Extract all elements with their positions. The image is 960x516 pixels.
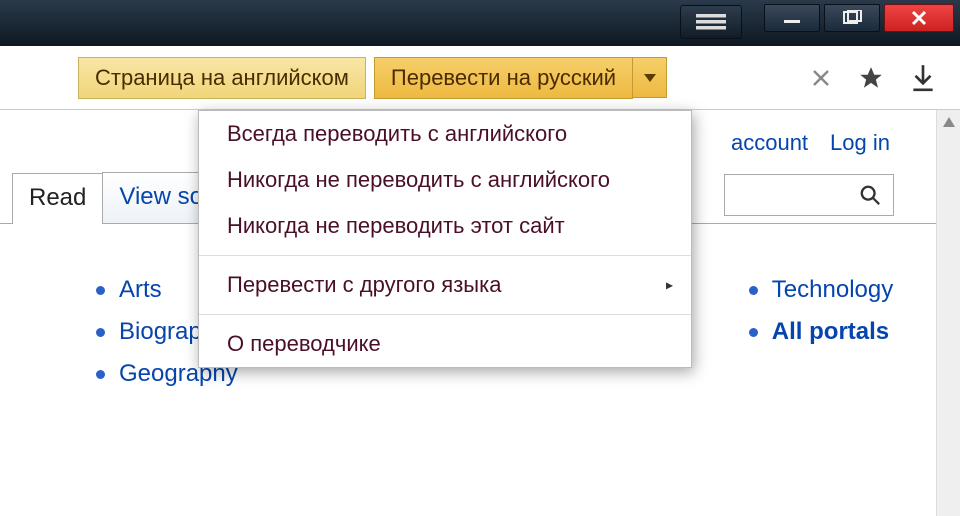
window-titlebar: [0, 0, 960, 46]
vertical-scrollbar[interactable]: [936, 110, 960, 516]
translate-options-menu: Всегда переводить с английского Никогда …: [198, 110, 692, 368]
menu-never-translate-lang[interactable]: Никогда не переводить с английского: [199, 157, 691, 203]
chevron-up-icon: [943, 117, 955, 127]
star-icon: [858, 65, 884, 91]
page-language-label: Страница на английском: [78, 57, 366, 99]
window-controls: [764, 4, 954, 32]
bullet-icon: [749, 328, 758, 337]
chevron-right-icon: ▸: [666, 277, 673, 294]
downloads-button[interactable]: [908, 60, 938, 96]
menu-about-translator[interactable]: О переводчике: [199, 321, 691, 367]
translate-button[interactable]: Перевести на русский: [374, 57, 633, 99]
menu-always-translate[interactable]: Всегда переводить с английского: [199, 111, 691, 157]
menu-separator: [199, 255, 691, 256]
tab-read[interactable]: Read: [12, 173, 103, 224]
download-icon: [910, 63, 936, 93]
scroll-up-button[interactable]: [937, 110, 960, 134]
maximize-button[interactable]: [824, 4, 880, 32]
dismiss-translate-bar-button[interactable]: [806, 63, 836, 93]
minimize-button[interactable]: [764, 4, 820, 32]
browser-menu-button[interactable]: [680, 5, 742, 39]
portal-link-technology[interactable]: Technology: [749, 276, 893, 304]
portal-column-3: Technology All portals: [749, 276, 893, 388]
search-box[interactable]: [724, 174, 894, 216]
bookmark-button[interactable]: [856, 63, 886, 93]
log-in-link[interactable]: Log in: [830, 130, 890, 156]
close-window-button[interactable]: [884, 4, 954, 32]
portal-link-all-portals[interactable]: All portals: [749, 318, 893, 346]
bullet-icon: [96, 370, 105, 379]
close-icon: [910, 9, 928, 27]
menu-separator: [199, 314, 691, 315]
menu-icon: [696, 14, 726, 30]
bullet-icon: [96, 328, 105, 337]
x-icon: [812, 69, 830, 87]
search-icon: [859, 184, 881, 206]
bullet-icon: [96, 286, 105, 295]
maximize-icon: [842, 10, 862, 26]
menu-translate-from-other[interactable]: Перевести с другого языка ▸: [199, 262, 691, 308]
chevron-down-icon: [644, 74, 656, 82]
create-account-link[interactable]: account: [731, 130, 808, 156]
translate-options-dropdown-button[interactable]: [633, 57, 667, 98]
translate-toolbar: Страница на английском Перевести на русс…: [0, 46, 960, 110]
minimize-icon: [782, 11, 802, 25]
bullet-icon: [749, 286, 758, 295]
menu-never-translate-site[interactable]: Никогда не переводить этот сайт: [199, 203, 691, 249]
